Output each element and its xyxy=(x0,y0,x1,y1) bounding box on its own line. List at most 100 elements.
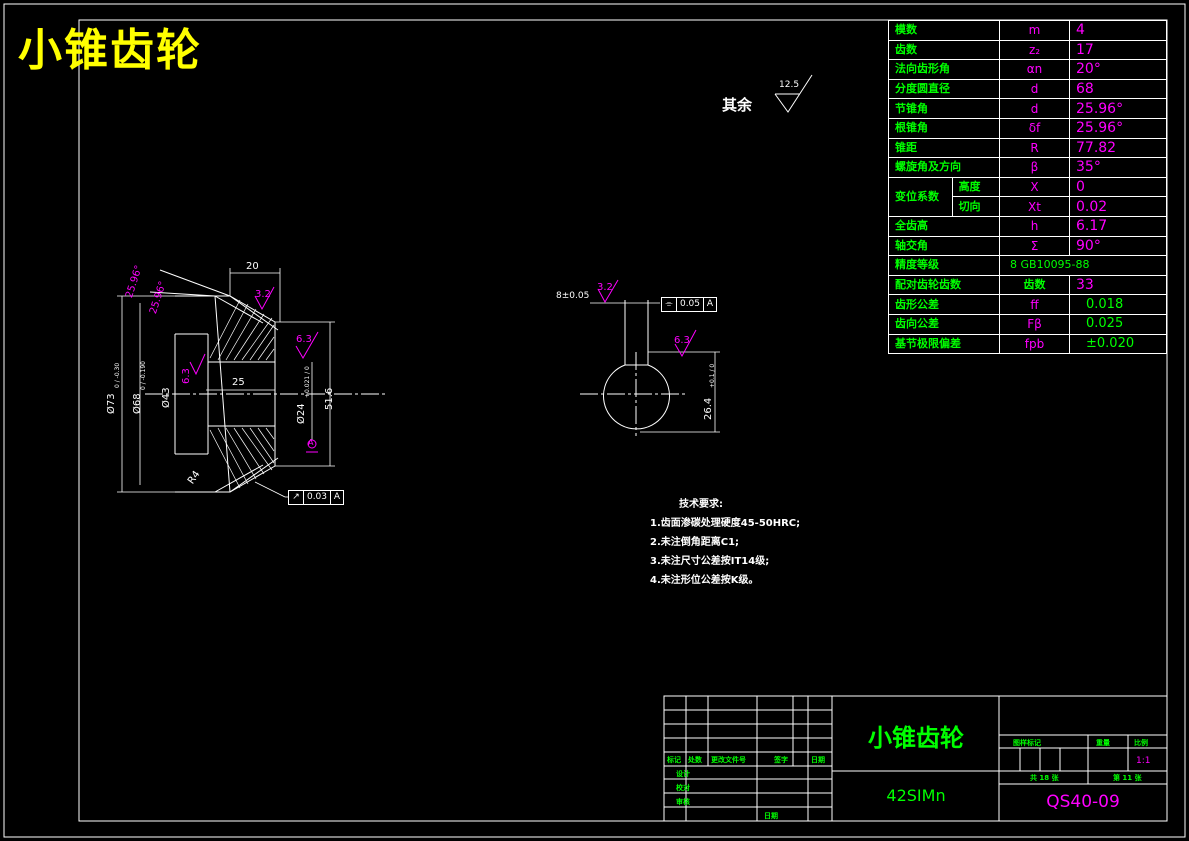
hatch-lower xyxy=(209,427,275,489)
dim-outer-tol: 0 / -0.30 xyxy=(114,362,121,388)
param-subname: 高度 xyxy=(951,176,1001,198)
roughness-label: 其余 xyxy=(722,96,753,114)
param-row: 螺旋角及方向 β 35° xyxy=(888,157,1167,178)
dim-pitch-diameter: Ø68 xyxy=(132,393,143,414)
tb-role-review: 审核 xyxy=(676,798,690,806)
param-name: 分度圆直径 xyxy=(888,78,1000,100)
dim-pitch-tol: 0 / -0.190 xyxy=(140,361,147,390)
param-subname: 切向 xyxy=(951,196,1001,217)
param-name: 全齿高 xyxy=(888,215,1000,237)
tb-scale-value: 1:1 xyxy=(1136,756,1151,766)
param-row: 齿形公差 ff 0.018 xyxy=(888,294,1167,315)
param-row: 齿向公差 Fβ 0.025 xyxy=(888,313,1167,335)
gdt-symbol: ↗ xyxy=(289,491,304,504)
param-value: ±0.020 xyxy=(1069,333,1167,355)
param-name: 轴交角 xyxy=(888,235,1000,257)
param-symbol: Fβ xyxy=(999,313,1070,335)
tb-rev-header: 日期 xyxy=(811,756,825,764)
gear-parameter-table: 模数 m 4 齿数 z₂ 17 法向齿形角 αn 20° 分度圆直径 d 68 … xyxy=(888,20,1167,355)
title-block-drawing-code: QS40-09 xyxy=(1046,792,1120,812)
param-name: 节锥角 xyxy=(888,98,1000,119)
param-name: 法向齿形角 xyxy=(888,59,1000,80)
gdt-tolerance: 0.05 xyxy=(677,298,704,311)
param-symbol: d xyxy=(999,78,1070,100)
param-name: 模数 xyxy=(888,20,1000,41)
param-name: 齿形公差 xyxy=(888,294,1000,315)
param-row: 全齿高 h 6.17 xyxy=(888,215,1167,237)
param-value: 35° xyxy=(1069,157,1167,178)
param-row: 节锥角 d 25.96° xyxy=(888,98,1167,119)
param-value: 33 xyxy=(1069,274,1167,296)
param-value: 4 xyxy=(1069,20,1167,41)
param-symbol: z₂ xyxy=(999,39,1070,61)
tb-rev-header: 签字 xyxy=(774,756,788,764)
tb-rev-header: 处数 xyxy=(688,756,702,764)
keyway-view xyxy=(580,300,688,436)
tb-role-design: 设计 xyxy=(676,770,690,778)
param-name: 锥距 xyxy=(888,137,1000,159)
param-row: 分度圆直径 d 68 xyxy=(888,78,1167,100)
gdt-frame-left: ↗ 0.03 A xyxy=(288,490,344,505)
gdt-frame-right: ⌯ 0.05 A xyxy=(661,297,717,312)
param-name: 配对齿轮齿数 xyxy=(888,274,1000,296)
gdt-datum: A xyxy=(706,299,714,309)
dim-inner-length: 25 xyxy=(232,377,245,388)
param-value: 8 GB10095-88 xyxy=(999,255,1167,276)
param-symbol: δf xyxy=(999,117,1070,139)
key-roughness-a: 3.2 xyxy=(597,282,613,293)
param-symbol: X xyxy=(999,176,1070,198)
param-name: 变位系数 xyxy=(888,176,953,217)
tb-weight-label: 重量 xyxy=(1096,739,1110,747)
tb-rev-header: 更改文件号 xyxy=(711,756,746,764)
param-symbol: ff xyxy=(999,294,1070,315)
dim-shaft-diameter: Ø24 xyxy=(296,403,307,424)
param-row: 齿数 z₂ 17 xyxy=(888,39,1167,61)
datum-label: A xyxy=(308,438,314,447)
gdt-symbol: ⌯ xyxy=(662,298,677,311)
param-row: 基节极限偏差 fpb ±0.020 xyxy=(888,333,1167,355)
note-item: 4.未注形位公差按K级。 xyxy=(650,575,759,586)
param-symbol: h xyxy=(999,215,1070,237)
param-row: 变位系数 高度 X 0 xyxy=(888,176,1167,217)
param-symbol: fpb xyxy=(999,333,1070,355)
param-symbol: d xyxy=(999,98,1070,119)
param-value: 0.02 xyxy=(1069,196,1167,217)
param-name: 齿数 xyxy=(888,39,1000,61)
param-row: 轴交角 Σ 90° xyxy=(888,235,1167,257)
title-block-part-name: 小锥齿轮 xyxy=(868,724,964,752)
tb-role-check: 校对 xyxy=(676,784,690,792)
key-height-tol: +0.1 / 0 xyxy=(709,363,716,388)
roughness-a: 3.2 xyxy=(255,289,271,300)
param-row: 根锥角 δf 25.96° xyxy=(888,117,1167,139)
param-value: 0 xyxy=(1069,176,1167,198)
gdt-tolerance: 0.03 xyxy=(304,491,331,504)
param-row: 精度等级 8 GB10095-88 xyxy=(888,255,1167,276)
param-value: 6.17 xyxy=(1069,215,1167,237)
dim-outer-diameter: Ø73 xyxy=(106,393,117,414)
key-roughness-b: 6.3 xyxy=(674,335,690,346)
param-value: 17 xyxy=(1069,39,1167,61)
notes-heading: 技术要求: xyxy=(679,499,723,510)
keyway-dim-lines xyxy=(590,302,720,433)
dim-bore-diameter: Ø43 xyxy=(161,387,172,408)
param-symbol: m xyxy=(999,20,1070,41)
note-item: 3.未注尺寸公差按IT14级; xyxy=(650,556,770,567)
tb-date-label: 日期 xyxy=(764,812,778,820)
param-name: 基节极限偏差 xyxy=(888,333,1000,355)
param-name: 根锥角 xyxy=(888,117,1000,139)
dim-width-top: 20 xyxy=(246,261,259,272)
param-value: 25.96° xyxy=(1069,98,1167,119)
key-width-dim: 8±0.05 xyxy=(556,291,590,301)
param-value: 0.025 xyxy=(1069,313,1167,335)
param-row: 模数 m 4 xyxy=(888,20,1167,41)
param-symbol: Xt xyxy=(999,196,1070,217)
param-row: 法向齿形角 αn 20° xyxy=(888,59,1167,80)
tb-sheet-number: 第 11 张 xyxy=(1113,774,1142,782)
dim-shaft-tol: +0.021 / 0 xyxy=(304,366,311,398)
tb-rev-header: 标记 xyxy=(667,756,681,764)
param-value: 68 xyxy=(1069,78,1167,100)
gdt-datum: A xyxy=(333,492,341,502)
roughness-b: 6.3 xyxy=(296,334,312,345)
title-block-material: 42SIMn xyxy=(886,786,946,805)
dim-length: 51.6 xyxy=(324,387,335,410)
